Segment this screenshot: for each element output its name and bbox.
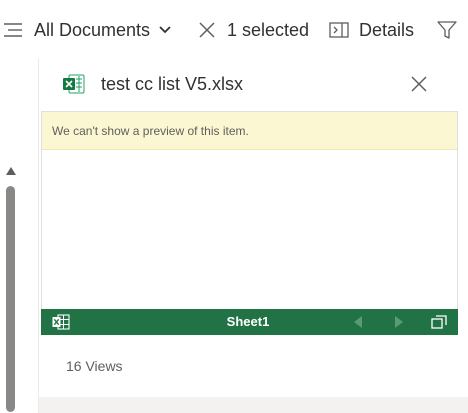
file-name: test cc list V5.xlsx (101, 74, 244, 94)
chevron-down-icon (159, 26, 171, 34)
clear-selection-button[interactable]: 1 selected (196, 16, 309, 44)
close-icon[interactable] (408, 73, 430, 95)
tab-sheet1[interactable]: Sheet1 (200, 309, 296, 335)
excel-logo-icon (52, 314, 70, 330)
filter-icon (437, 21, 457, 39)
list-view-icon (4, 23, 22, 37)
details-button[interactable]: Details (328, 16, 414, 44)
view-switcher[interactable]: All Documents (2, 16, 174, 44)
view-label: All Documents (34, 19, 151, 40)
excel-file-icon (63, 74, 85, 94)
view-count: 16 Views (66, 358, 123, 374)
previous-sheet-icon[interactable] (353, 316, 363, 328)
command-bar: All Documents 1 selected Details (0, 0, 468, 58)
filter-button[interactable] (436, 16, 458, 44)
clear-selection-icon (199, 22, 215, 38)
details-label: Details (359, 19, 415, 40)
details-pane-icon (329, 22, 349, 38)
selection-count: 1 selected (227, 19, 310, 40)
popout-icon[interactable] (431, 315, 447, 329)
scrollbar-thumb[interactable] (6, 186, 15, 412)
panel-section-divider (39, 397, 468, 413)
scroll-up-arrow-icon[interactable] (5, 166, 17, 176)
next-sheet-icon[interactable] (394, 316, 404, 328)
preview-unavailable-notice: We can't show a preview of this item. (42, 112, 457, 150)
